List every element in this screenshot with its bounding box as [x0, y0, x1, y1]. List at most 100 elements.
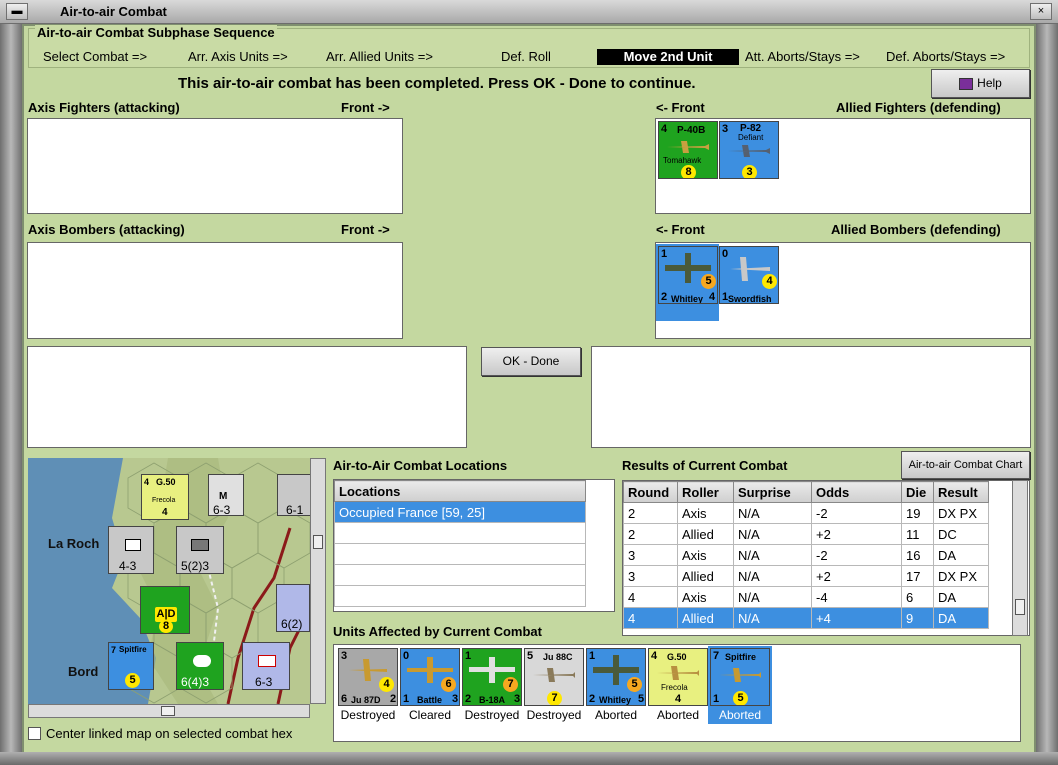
map-label-bord: Bord [68, 664, 99, 679]
seq-arr-allied: Arr. Allied Units => [326, 49, 433, 64]
left-border [0, 24, 22, 765]
seq-move-2nd-unit: Move 2nd Unit [597, 49, 739, 65]
map-counter-6-3[interactable]: 6-3 [242, 642, 290, 690]
location-row[interactable] [334, 585, 586, 607]
locations-header: Locations [334, 480, 586, 502]
axis-fighters-label: Axis Fighters (attacking) [28, 100, 180, 115]
axis-fighters-front: Front -> [341, 100, 390, 115]
col-die[interactable]: Die [901, 481, 934, 503]
linked-map[interactable]: La Roch Bord 4 G.50 Frecola 4 M 6-3 6-1 … [28, 458, 310, 704]
col-result[interactable]: Result [933, 481, 989, 503]
location-row[interactable] [334, 522, 586, 544]
bottom-border [0, 752, 1058, 765]
plane-icon [667, 141, 709, 153]
status-destroyed: Destroyed [526, 708, 582, 722]
map-vertical-scrollbar[interactable] [310, 458, 326, 704]
table-row[interactable]: 2 Axis N/A -2 19 DX PX [623, 502, 989, 524]
table-row[interactable]: 3 Axis N/A -2 16 DA [623, 544, 989, 566]
seq-arr-axis: Arr. Axis Units => [188, 49, 288, 64]
unit-counter-whitley[interactable]: 1 5 2 Whitley 4 [658, 246, 718, 304]
status-cleared: Cleared [408, 708, 452, 722]
center-map-label: Center linked map on selected combat hex [46, 726, 293, 741]
location-row[interactable] [334, 564, 586, 586]
allied-fighters-front: <- Front [656, 100, 705, 115]
col-round[interactable]: Round [623, 481, 678, 503]
center-map-checkbox[interactable] [28, 727, 41, 740]
map-counter-corps-1[interactable]: M 6-3 [208, 474, 244, 516]
location-row[interactable] [334, 543, 586, 565]
window-title: Air-to-air Combat [60, 4, 167, 19]
title-bar[interactable]: ▬ Air-to-air Combat × [0, 0, 1058, 24]
allied-result-box [591, 346, 1031, 448]
map-vscroll-thumb[interactable] [313, 535, 323, 549]
allied-fighters-label: Allied Fighters (defending) [836, 100, 1001, 115]
table-row[interactable]: 3 Allied N/A +2 17 DX PX [623, 565, 989, 587]
results-scrollbar[interactable] [1012, 480, 1028, 636]
map-counter-g50[interactable]: 4 G.50 Frecola 4 [141, 474, 189, 520]
locations-list[interactable]: Locations Occupied France [59, 25] [333, 479, 615, 612]
plane-icon [728, 145, 770, 157]
affected-unit-whitley[interactable]: 1 5 2 Whitley 5 [586, 648, 646, 706]
affected-title: Units Affected by Current Combat [333, 624, 542, 639]
affected-unit-ju88c[interactable]: 5 Ju 88C 7 [524, 648, 584, 706]
help-label: Help [977, 76, 1002, 90]
status-message: This air-to-air combat has been complete… [178, 75, 696, 92]
results-scroll-thumb[interactable] [1015, 599, 1025, 615]
infantry-icon [125, 539, 141, 551]
right-border [1036, 24, 1058, 765]
affected-unit-ju87d[interactable]: 3 4 6 Ju 87D 2 [338, 648, 398, 706]
armor-icon [191, 539, 209, 551]
col-roller[interactable]: Roller [677, 481, 734, 503]
map-label-la-roch: La Roch [48, 536, 100, 551]
location-row[interactable]: Occupied France [59, 25] [334, 501, 586, 523]
table-row[interactable]: 2 Allied N/A +2 11 DC [623, 523, 989, 545]
map-counter-6-4-3[interactable]: 6(4)3 [176, 642, 224, 690]
map-counter-corps-2[interactable]: 6-1 [277, 474, 310, 516]
table-row[interactable]: 4 Axis N/A -4 6 DA [623, 586, 989, 608]
ok-done-button[interactable]: OK - Done [481, 347, 581, 376]
affected-unit-battle[interactable]: 0 6 1 Battle 3 [400, 648, 460, 706]
results-table: Round Roller Surprise Odds Die Result 2A… [623, 481, 989, 629]
plane-icon [533, 668, 575, 682]
axis-fighters-box[interactable] [27, 118, 403, 214]
combat-chart-button[interactable]: Air-to-air Combat Chart [901, 451, 1030, 479]
unit-counter-swordfish[interactable]: 0 4 1 Swordfish [719, 246, 779, 304]
infantry-icon [258, 655, 276, 667]
table-row[interactable]: 4 Allied N/A +4 9 DA [623, 607, 989, 629]
map-counter-spitfire[interactable]: 7 Spitfire 5 [108, 642, 154, 690]
sequence-title: Air-to-air Combat Subphase Sequence [35, 25, 277, 40]
locations-title: Air-to-Air Combat Locations [333, 458, 508, 473]
unit-counter-p82[interactable]: 3 P-82 Defiant 3 [719, 121, 779, 179]
status-destroyed: Destroyed [464, 708, 520, 722]
status-aborted: Aborted [656, 708, 700, 722]
mech-icon [193, 655, 211, 667]
allied-bombers-label: Allied Bombers (defending) [831, 222, 1001, 237]
status-aborted: Aborted [708, 708, 772, 722]
axis-bombers-label: Axis Bombers (attacking) [28, 222, 185, 237]
axis-bombers-box[interactable] [27, 242, 403, 339]
close-button[interactable]: × [1030, 3, 1052, 20]
seq-att-aborts: Att. Aborts/Stays => [745, 49, 860, 64]
map-counter-4-3[interactable]: 4-3 [108, 526, 154, 574]
map-hscroll-thumb[interactable] [161, 706, 175, 716]
map-combat-stack[interactable]: A|D 8 [140, 586, 190, 634]
results-title: Results of Current Combat [622, 458, 788, 473]
unit-counter-p40b[interactable]: 4 P-40B Tomahawk 8 [658, 121, 718, 179]
map-counter-6-2[interactable]: 6(2) [276, 584, 310, 632]
seq-select-combat: Select Combat => [43, 49, 148, 64]
allied-bombers-front: <- Front [656, 222, 705, 237]
seq-def-aborts: Def. Aborts/Stays => [886, 49, 1006, 64]
plane-icon [657, 666, 699, 680]
affected-unit-b18a[interactable]: 1 7 2 B-18A 3 [462, 648, 522, 706]
axis-bombers-front: Front -> [341, 222, 390, 237]
system-menu-button[interactable]: ▬ [6, 3, 28, 20]
map-counter-5-2-3[interactable]: 5(2)3 [176, 526, 224, 574]
col-odds[interactable]: Odds [811, 481, 902, 503]
axis-result-box [27, 346, 467, 448]
plane-icon [719, 668, 761, 682]
map-horizontal-scrollbar[interactable] [28, 704, 310, 718]
affected-unit-spitfire[interactable]: 7 Spitfire 1 5 [710, 648, 770, 706]
col-surprise[interactable]: Surprise [733, 481, 812, 503]
help-button[interactable]: Help [931, 69, 1030, 98]
affected-unit-g50[interactable]: 4 G.50 Frecola 4 [648, 648, 708, 706]
